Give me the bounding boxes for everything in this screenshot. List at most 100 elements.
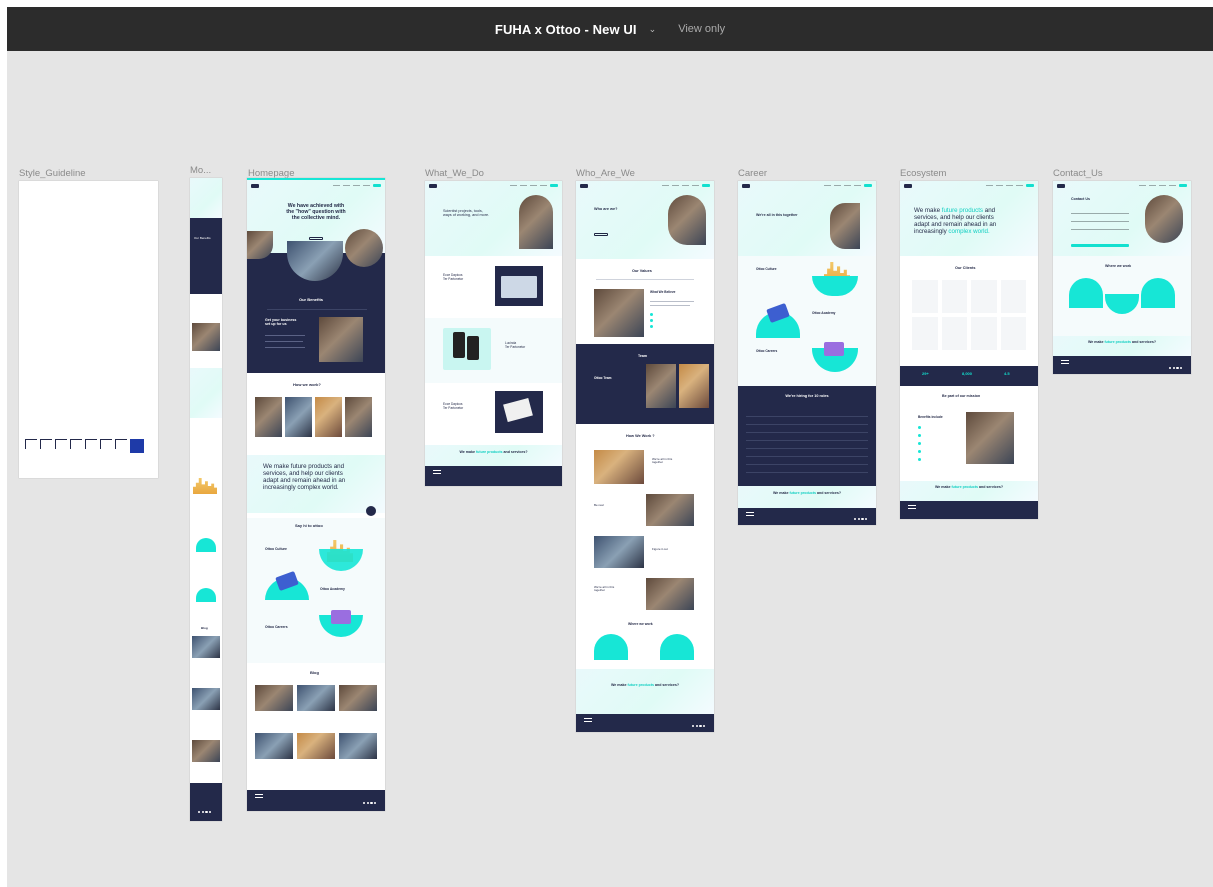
job-row[interactable] <box>746 460 868 465</box>
homepage-nav <box>247 181 385 190</box>
mobile-statement <box>190 368 222 418</box>
contact-where: Where we work <box>1053 256 1191 336</box>
mobile-footer <box>190 783 222 821</box>
design-canvas[interactable]: Style_Guideline Mo... Homepage What_We_D… <box>7 51 1213 887</box>
frame-label-style-guideline[interactable]: Style_Guideline <box>19 168 86 179</box>
scroll-top-button[interactable] <box>366 506 376 516</box>
blog-card-5[interactable] <box>297 733 335 759</box>
frame-label-what-we-do[interactable]: What_We_Do <box>425 168 484 179</box>
blog-card-1[interactable] <box>255 685 293 711</box>
wwd-nav <box>425 181 562 190</box>
contact-submit-button[interactable] <box>1071 244 1129 247</box>
mobile-blog-photo-3 <box>192 740 220 762</box>
mobile-blog-photo-2 <box>192 688 220 710</box>
job-row[interactable] <box>746 412 868 417</box>
frame-contact-us[interactable]: Contact Us Where we work We make future … <box>1053 181 1191 374</box>
file-header-bar: FUHA x Ottoo - New UI ⌄ View only <box>7 7 1213 51</box>
career-cta: We make future products and services? <box>738 486 876 508</box>
career-hero-title: We're all in this together <box>756 213 798 217</box>
eco-stats: 29+ 8,000 4.5 <box>900 366 1038 386</box>
careers-title: Ottoo Careers <box>265 625 288 629</box>
frame-label-mobile[interactable]: Mo... <box>190 165 211 176</box>
component-row <box>25 439 144 453</box>
eco-clients: Our Clients <box>900 256 1038 366</box>
eco-hero: We make future products and services, an… <box>900 181 1038 256</box>
frame-ecosystem[interactable]: We make future products and services, an… <box>900 181 1038 519</box>
waw-hero-photo <box>668 195 706 245</box>
frame-label-contact-us[interactable]: Contact_Us <box>1053 168 1103 179</box>
hww-card-4[interactable] <box>345 397 372 437</box>
hww-card-3[interactable] <box>315 397 342 437</box>
eco-nav <box>900 181 1038 190</box>
career-ottoo-sections: Ottoo Culture Ottoo Academy Ottoo Career… <box>738 256 876 386</box>
frame-label-ecosystem[interactable]: Ecosystem <box>900 168 946 179</box>
frame-label-who-are-we[interactable]: Who_Are_We <box>576 168 635 179</box>
mobile-blog-photo-1 <box>192 636 220 658</box>
mobile-photo <box>192 323 220 351</box>
culture-title: Ottoo Culture <box>265 547 287 551</box>
homepage-statement: We make future products and services, an… <box>247 455 385 516</box>
homepage-hero-photo-right <box>345 229 383 267</box>
blog-card-3[interactable] <box>339 685 377 711</box>
job-row[interactable] <box>746 468 868 473</box>
say-hi-title: Say hi to ottoo <box>295 523 323 528</box>
contact-hero-photo <box>1145 195 1183 243</box>
frame-style-guideline[interactable] <box>19 181 158 478</box>
frame-mobile[interactable]: Our Benefits Blog <box>190 178 222 821</box>
homepage-hero-button[interactable] <box>309 237 323 240</box>
hww-photo-1 <box>594 450 644 484</box>
blog-card-6[interactable] <box>339 733 377 759</box>
career-hiring: We're hiring for 10 roles <box>738 386 876 486</box>
waw-cta: We make future products and services? <box>576 669 714 714</box>
homepage-business-title: Get your business set up for us <box>265 318 297 327</box>
contact-hero: Contact Us <box>1053 181 1191 256</box>
waw-hero: Who are we? <box>576 181 714 259</box>
frame-label-career[interactable]: Career <box>738 168 767 179</box>
mobile-hero <box>190 178 222 218</box>
wwd-item-1: Ecce Dapicos Ter Partonetor <box>425 256 562 318</box>
hww-photo-2 <box>646 494 694 526</box>
waw-footer <box>576 714 714 732</box>
homepage-say-hi: Say hi to ottoo Ottoo Culture Ottoo Acad… <box>247 518 385 663</box>
wwd-item-3: Ecce Dapicos Ter Partonetor <box>425 383 562 445</box>
career-footer <box>738 508 876 525</box>
team-photo-1[interactable] <box>646 364 676 408</box>
frame-who-are-we[interactable]: Who are we? Our Values What We Believe T… <box>576 181 714 732</box>
wwd-cta: We make future products and services? <box>425 445 562 466</box>
homepage-statement-text: We make future products and services, an… <box>263 463 346 492</box>
homepage-hero-title: We have achieved with the "how" question… <box>286 203 346 221</box>
frame-what-we-do[interactable]: Scientist projects, tools, ways of worki… <box>425 181 562 486</box>
job-row[interactable] <box>746 444 868 449</box>
homepage-benefits-photo <box>319 317 363 362</box>
eco-cta: We make future products and services? <box>900 481 1038 501</box>
mobile-benefits-title: Our Benefits <box>194 236 211 240</box>
hww-card-1[interactable] <box>255 397 282 437</box>
blog-card-4[interactable] <box>255 733 293 759</box>
eco-mission-photo <box>966 412 1014 464</box>
waw-values-photo <box>594 289 644 337</box>
team-photo-2[interactable] <box>679 364 709 408</box>
blog-card-2[interactable] <box>297 685 335 711</box>
chevron-down-icon[interactable]: ⌄ <box>649 24 657 35</box>
file-title[interactable]: FUHA x Ottoo - New UI <box>495 22 637 37</box>
hww-card-2[interactable] <box>285 397 312 437</box>
job-row[interactable] <box>746 428 868 433</box>
frame-homepage[interactable]: We have achieved with the "how" question… <box>247 178 385 811</box>
job-row[interactable] <box>746 420 868 425</box>
access-mode-label: View only <box>678 23 726 35</box>
homepage-hero-photo-left <box>247 231 273 259</box>
wwd-hero: Scientist projects, tools, ways of worki… <box>425 181 562 256</box>
job-row[interactable] <box>746 452 868 457</box>
waw-how-we-work: How We Work ? We're all in this together … <box>576 424 714 669</box>
homepage-blog: Blog <box>247 663 385 781</box>
job-row[interactable] <box>746 436 868 441</box>
mobile-benefits: Our Benefits <box>190 218 222 294</box>
wwd-hero-title: Scientist projects, tools, ways of worki… <box>443 209 490 218</box>
hww-photo-3 <box>594 536 644 568</box>
homepage-hero-photo-center <box>287 241 343 281</box>
eco-mission: Be part of our mission Benefits include <box>900 386 1038 481</box>
frame-career[interactable]: We're all in this together Ottoo Culture… <box>738 181 876 525</box>
wwd-footer <box>425 466 562 486</box>
contact-nav <box>1053 181 1191 190</box>
homepage-benefits-section: Our Benefits Get your business set up fo… <box>247 229 385 373</box>
